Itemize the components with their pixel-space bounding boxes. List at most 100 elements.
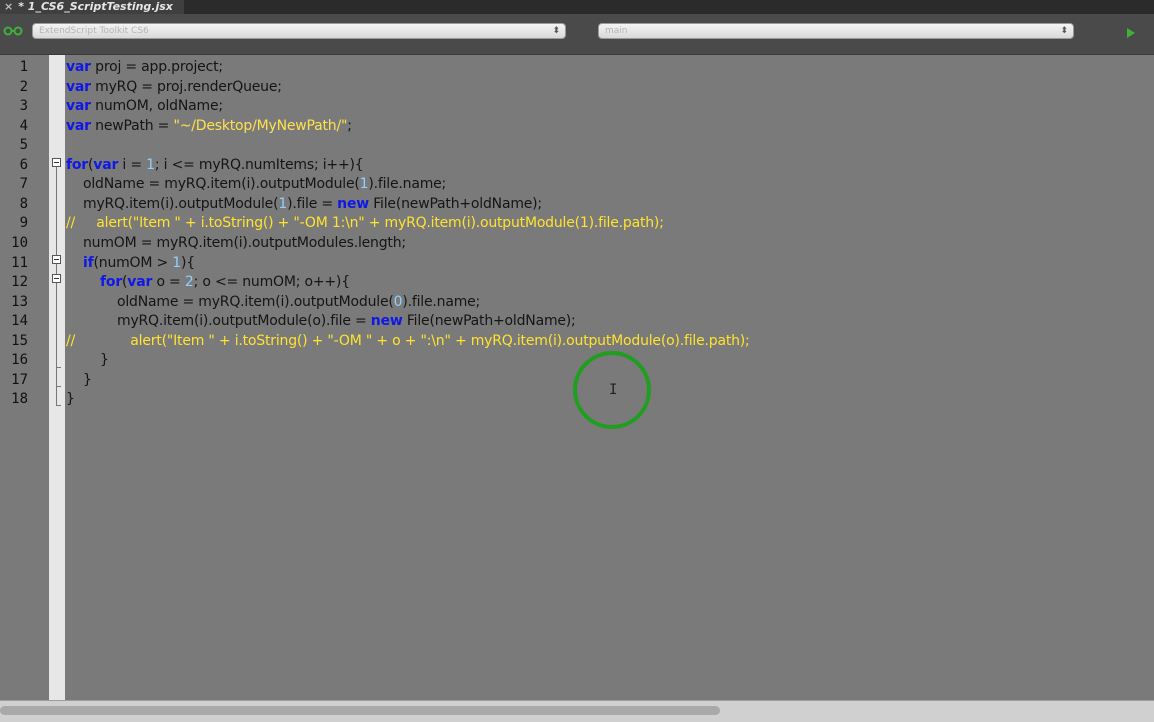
line-number: 1 — [19, 59, 28, 75]
line-number: 8 — [19, 195, 28, 212]
code-text: // alert("Item " + i.toString() + "-OM 1… — [66, 214, 664, 233]
code-token: 1 — [146, 156, 155, 173]
code-line[interactable]: 9 // alert("Item " + i.toString() + "-OM … — [0, 214, 1154, 233]
line-number: 10 — [11, 234, 28, 251]
code-line[interactable]: 3 var numOM, oldName; — [0, 97, 1154, 116]
code-token: ){ — [181, 254, 195, 271]
code-text: for(var i = 1; i <= myRQ.numItems; i++){ — [66, 156, 364, 175]
code-token: var — [127, 274, 153, 291]
line-number: 4 — [19, 117, 28, 134]
target-application-value: ExtendScript Toolkit CS6 — [39, 26, 149, 36]
code-token: numOM, oldName; — [90, 98, 223, 115]
fold-toggle-icon[interactable] — [52, 274, 61, 283]
code-token: 2 — [184, 274, 194, 291]
code-line[interactable]: 11 if(numOM > 1){ — [0, 254, 1154, 273]
code-line[interactable]: 14 myRQ.item(i).outputModule(o).file = n… — [0, 312, 1154, 331]
horizontal-scrollbar[interactable] — [0, 700, 1154, 722]
line-number: 16 — [11, 352, 28, 369]
line-number: 6 — [19, 156, 28, 173]
code-token: myRQ.item(i).outputModule( — [66, 195, 279, 212]
code-text: var newPath = "~/Desktop/MyNewPath/"; — [66, 117, 352, 136]
code-token: } — [66, 391, 75, 408]
fold-toggle-icon[interactable] — [52, 255, 61, 264]
select-arrows-icon: ⬍ — [552, 26, 560, 36]
code-token: // alert("Item " + i.toString() + "-OM "… — [66, 332, 750, 349]
code-line[interactable]: 15 // alert("Item " + i.toString() + "-OM… — [0, 332, 1154, 351]
code-token: 1 — [278, 195, 288, 212]
code-token: newPath = — [90, 117, 174, 134]
code-token: (numOM > — [93, 254, 173, 271]
code-token: ).file = — [287, 195, 338, 212]
code-token: File(newPath+oldName); — [368, 195, 542, 212]
code-token: for — [66, 156, 89, 173]
line-number: 9 — [19, 215, 28, 232]
code-line[interactable]: 6 for(var i = 1; i <= myRQ.numItems; i++)… — [0, 156, 1154, 175]
function-select[interactable]: main ⬍ — [598, 23, 1074, 39]
code-token: } — [66, 352, 109, 369]
code-line[interactable]: 1 var proj = app.project; — [0, 58, 1154, 77]
code-token: myRQ = proj.renderQueue; — [90, 78, 282, 95]
tab-bar: × * 1_CS6_ScriptTesting.jsx — [0, 0, 1154, 14]
code-token: "~/Desktop/MyNewPath/" — [173, 117, 348, 134]
code-token: numOM = myRQ.item(i).outputModules.lengt… — [66, 234, 406, 251]
code-token: ).file.name; — [368, 176, 447, 193]
code-token: myRQ.item(i).outputModule(o).file = — [66, 313, 371, 330]
line-number: 2 — [19, 78, 28, 95]
line-number: 3 — [19, 98, 28, 115]
line-number: 14 — [11, 313, 28, 330]
code-line[interactable]: 2 var myRQ = proj.renderQueue; — [0, 78, 1154, 97]
code-token: var — [66, 117, 91, 134]
code-text: myRQ.item(i).outputModule(o).file = new … — [66, 312, 576, 331]
code-token: var — [66, 98, 91, 115]
code-token: // alert("Item " + i.toString() + "-OM 1… — [66, 215, 664, 232]
code-text: var myRQ = proj.renderQueue; — [66, 78, 282, 97]
tab-title: * 1_CS6_ScriptTesting.jsx — [18, 0, 173, 13]
line-number: 17 — [11, 371, 28, 388]
line-number: 12 — [11, 274, 28, 291]
code-token: for — [100, 274, 123, 291]
code-token: if — [83, 254, 94, 271]
code-text: } — [66, 390, 75, 409]
fold-guide-end — [56, 405, 61, 406]
code-line[interactable]: 16 } — [0, 351, 1154, 370]
scrollbar-thumb[interactable] — [0, 706, 720, 715]
select-arrows-icon: ⬍ — [1060, 26, 1068, 36]
ibeam-cursor-icon: I — [609, 382, 618, 398]
line-number: 5 — [19, 137, 28, 154]
code-line[interactable]: 5 — [0, 136, 1154, 155]
code-line[interactable]: 12 for(var o = 2; o <= numOM; o++){ — [0, 273, 1154, 292]
code-token: new — [370, 313, 403, 330]
code-token: o = — [152, 274, 185, 291]
function-select-value: main — [605, 26, 628, 36]
code-text: numOM = myRQ.item(i).outputModules.lengt… — [66, 234, 406, 253]
line-number: 15 — [11, 332, 28, 349]
tab-script-testing[interactable]: × * 1_CS6_ScriptTesting.jsx — [0, 0, 184, 14]
code-line[interactable]: 7 oldName = myRQ.item(i).outputModule(1)… — [0, 175, 1154, 194]
code-text: } — [66, 351, 109, 370]
code-token: } — [66, 371, 92, 388]
code-token: 1 — [172, 254, 182, 271]
code-line[interactable]: 8 myRQ.item(i).outputModule(1).file = ne… — [0, 195, 1154, 214]
code-token: oldName = myRQ.item(i).outputModule( — [66, 293, 394, 310]
run-icon[interactable] — [1127, 28, 1135, 38]
close-icon[interactable]: × — [4, 0, 13, 13]
target-application-select[interactable]: ExtendScript Toolkit CS6 ⬍ — [32, 23, 566, 39]
code-line[interactable]: 13 oldName = myRQ.item(i).outputModule(0… — [0, 293, 1154, 312]
line-number: 18 — [11, 391, 28, 408]
fold-guide — [56, 167, 57, 405]
code-line[interactable]: 4 var newPath = "~/Desktop/MyNewPath/"; — [0, 117, 1154, 136]
code-token: ; o <= numOM; o++){ — [193, 274, 351, 291]
code-token: oldName = myRQ.item(i).outputModule( — [66, 176, 360, 193]
code-token: new — [337, 195, 369, 212]
code-token: var — [93, 156, 119, 173]
code-text: var numOM, oldName; — [66, 97, 223, 116]
code-text: } — [66, 371, 92, 390]
code-line[interactable]: 10 numOM = myRQ.item(i).outputModules.le… — [0, 234, 1154, 253]
fold-toggle-icon[interactable] — [52, 158, 61, 167]
code-token: ; — [347, 117, 352, 134]
link-icon[interactable] — [3, 26, 23, 36]
code-token: proj = app.project; — [90, 59, 223, 75]
line-number: 11 — [11, 254, 28, 271]
